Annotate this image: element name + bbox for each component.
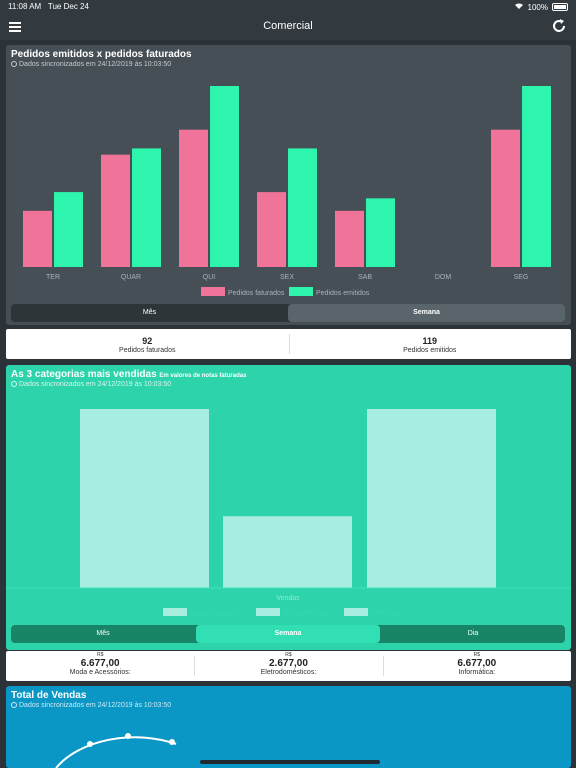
x-axis-label: Vendas — [276, 595, 300, 602]
legend-swatch — [256, 608, 280, 616]
stat-informatica: R$ 6.677,00 Informática: — [383, 651, 571, 681]
bar — [367, 409, 496, 588]
gauge-point — [125, 733, 131, 739]
wifi-icon — [514, 2, 524, 12]
x-tick-label: SAB — [358, 274, 372, 281]
orders-chart: TER QUAR QUI SEX SAB DOM SEG Pedidos faturados P… — [23, 86, 551, 297]
legend-swatch — [344, 608, 368, 616]
bar — [210, 86, 239, 267]
bar — [179, 129, 208, 267]
nav-bar: Comercial — [0, 14, 576, 40]
sales-card: Total de Vendas Dados sincronizados em 2… — [6, 686, 571, 768]
bar — [257, 192, 286, 267]
stat-faturados-label: Pedidos faturados — [119, 347, 176, 354]
categories-period-tabs: Mês Semana Dia — [11, 625, 565, 643]
bar — [288, 148, 317, 267]
categories-chart: Vendas Moda e Acessórios Eletrodomésticos I… — [6, 409, 571, 617]
stat-emitidos: 119 Pedidos emitidos — [289, 329, 572, 359]
stat-eletro: R$ 2.677,00 Eletrodomésticos: — [194, 651, 382, 681]
bar — [132, 148, 161, 267]
stat-moda: R$ 6.677,00 Moda e Acessórios: — [6, 651, 194, 681]
orders-summary: 92 Pedidos faturados 119 Pedidos emitido… — [6, 329, 571, 359]
orders-card: Pedidos emitidos x pedidos faturados Dad… — [6, 45, 571, 325]
x-tick-label: QUI — [203, 274, 216, 281]
stat-emitidos-label: Pedidos emitidos — [403, 347, 457, 354]
tab-dia[interactable]: Dia — [381, 625, 565, 643]
bar — [23, 210, 52, 267]
battery-icon — [552, 3, 568, 11]
tab-semana[interactable]: Semana — [288, 304, 565, 322]
tab-mes[interactable]: Mês — [11, 625, 195, 643]
bar — [80, 409, 209, 588]
x-tick-label: SEG — [514, 274, 529, 281]
orders-period-tabs: Mês Semana — [11, 304, 565, 322]
x-tick-label: TER — [46, 274, 60, 281]
legend-label: Informática — [371, 611, 401, 617]
legend-label: Moda e Acessórios — [190, 611, 241, 617]
sales-gauge — [55, 733, 177, 768]
stat-emitidos-value: 119 — [422, 336, 438, 346]
battery-percent: 100% — [527, 2, 548, 12]
bar — [54, 192, 83, 267]
legend-swatch — [201, 287, 225, 296]
legend-swatch — [289, 287, 313, 296]
categories-summary: R$ 6.677,00 Moda e Acessórios: R$ 2.677,00… — [6, 651, 571, 681]
bar — [335, 210, 364, 267]
stat-informatica-label: Informática: — [458, 669, 496, 676]
status-right: 100% — [514, 2, 568, 12]
gauge-point — [169, 739, 175, 745]
stat-faturados: 92 Pedidos faturados — [6, 329, 289, 359]
x-tick-label: QUAR — [121, 274, 141, 281]
tab-semana[interactable]: Semana — [196, 625, 380, 643]
stat-moda-value: 6.677,00 — [80, 658, 120, 669]
bar — [491, 129, 520, 267]
stat-eletro-label: Eletrodomésticos: — [260, 669, 317, 676]
legend-swatch — [163, 608, 187, 616]
status-bar: 11:08 AM Tue Dec 24 100% — [0, 0, 576, 14]
bar — [223, 516, 352, 588]
bar — [522, 86, 551, 267]
bar — [101, 154, 130, 267]
legend-label: Eletrodomésticos — [283, 611, 329, 617]
x-tick-label: SEX — [280, 274, 294, 281]
legend-label: Pedidos emitidos — [316, 290, 370, 297]
status-time-date: 11:08 AM Tue Dec 24 — [8, 2, 89, 11]
legend-label: Pedidos faturados — [228, 290, 285, 297]
stat-moda-label: Moda e Acessórios: — [69, 669, 131, 676]
gauge-point — [87, 741, 93, 747]
stat-informatica-value: 6.677,00 — [457, 658, 497, 669]
page-title: Comercial — [263, 20, 313, 32]
refresh-icon[interactable] — [551, 18, 567, 34]
stat-faturados-value: 92 — [142, 336, 153, 346]
bar — [366, 198, 395, 267]
home-indicator — [200, 760, 380, 764]
categories-card: As 3 categorias mais vendidas Em valores… — [6, 365, 571, 650]
x-tick-label: DOM — [435, 274, 452, 281]
tab-mes[interactable]: Mês — [11, 304, 288, 322]
stat-eletro-value: 2.677,00 — [269, 658, 308, 669]
